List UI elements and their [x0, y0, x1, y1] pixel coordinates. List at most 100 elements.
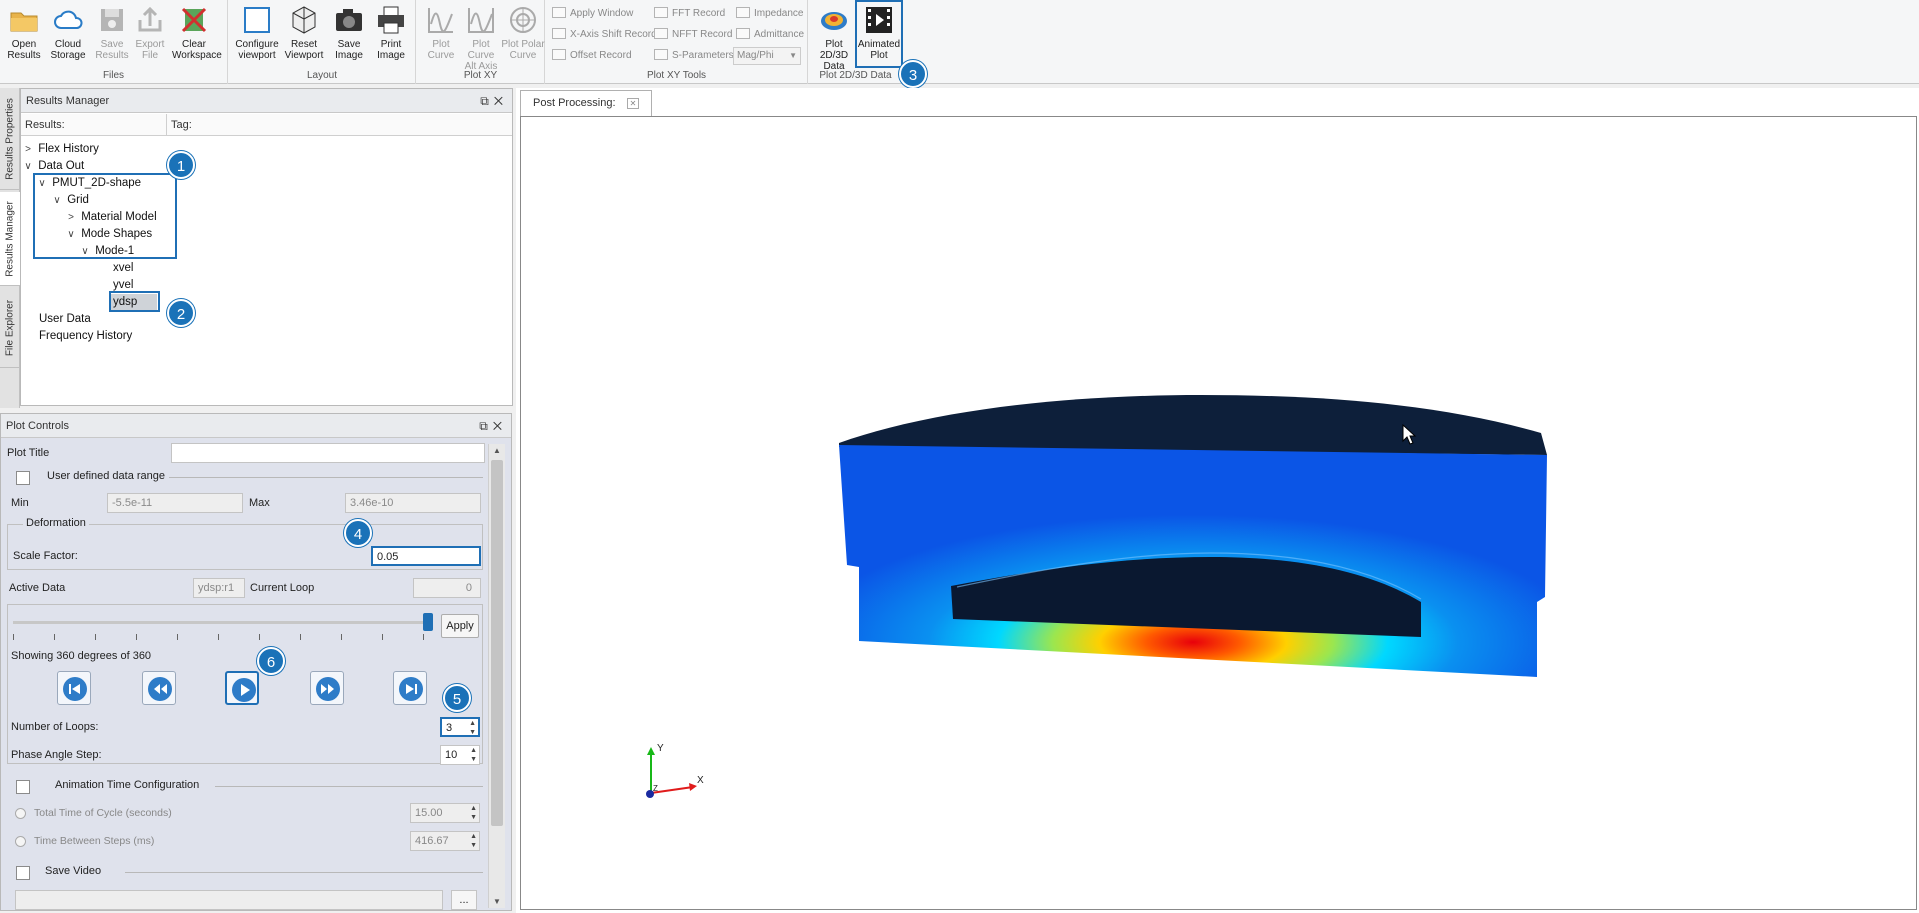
callout-4: 4 — [344, 519, 372, 547]
impedance-button[interactable]: Impedance — [736, 5, 803, 23]
close-icon[interactable]: ✕ — [493, 419, 507, 433]
tab-results-manager[interactable]: Results Manager — [0, 192, 20, 286]
layout-group: Configure viewport Reset Viewport Save I… — [229, 0, 416, 84]
tree-user-data[interactable]: User Data — [39, 311, 91, 328]
anim-time-checkbox[interactable] — [16, 780, 30, 794]
tab-results-properties[interactable]: Results Properties — [0, 88, 20, 190]
tree-frequency-history-label: Frequency History — [39, 330, 133, 342]
tab-file-explorer[interactable]: File Explorer — [0, 288, 20, 368]
skip-back-icon — [63, 677, 87, 701]
first-frame-button[interactable] — [57, 671, 91, 705]
offset-record-button[interactable]: Offset Record — [552, 47, 632, 65]
phase-step-spinner[interactable]: 10 ▲ ▼ — [440, 745, 480, 765]
showing-degrees-text: Showing 360 degrees of 360 — [11, 650, 152, 662]
plot-curve-button[interactable]: Plot Curve — [419, 2, 463, 66]
time-between-spinner[interactable]: 416.67 ▲ ▼ — [410, 831, 480, 851]
total-time-label: Total Time of Cycle (seconds) — [34, 807, 172, 819]
fast-forward-button[interactable] — [310, 671, 344, 705]
scale-factor-input[interactable]: 0.05 — [371, 546, 481, 566]
user-range-checkbox[interactable] — [16, 471, 30, 485]
tab-post-processing[interactable]: Post Processing: ✕ — [520, 90, 653, 116]
apply-button[interactable]: Apply — [441, 614, 479, 638]
anim-time-label: Animation Time Configuration — [55, 779, 200, 791]
tree-flex-history[interactable]: > Flex History — [21, 141, 99, 158]
3d-viewport[interactable]: Y X Z — [520, 116, 1917, 910]
spinner-arrows-icon[interactable]: ▲ ▼ — [470, 832, 477, 850]
deformation-label: Deformation — [23, 517, 89, 529]
nfft-record-button[interactable]: NFFT Record — [654, 26, 732, 44]
viewport-icon — [244, 7, 270, 33]
apply-window-label: Apply Window — [570, 8, 634, 19]
fft-record-button[interactable]: FFT Record — [654, 5, 725, 23]
close-icon[interactable]: ✕ — [494, 94, 508, 108]
close-tab-icon[interactable]: ✕ — [626, 98, 640, 109]
print-image-button[interactable]: Print Image — [369, 2, 413, 66]
save-video-checkbox[interactable] — [16, 866, 30, 880]
admittance-label: Admittance — [754, 29, 805, 40]
float-panel-icon[interactable]: ⧉ — [479, 419, 493, 433]
col-results-header[interactable]: Results: — [21, 114, 167, 136]
fft-record-label: FFT Record — [672, 8, 726, 19]
total-time-radio[interactable] — [15, 808, 26, 819]
plot-controls-scrollbar[interactable]: ▲ ▼ — [488, 444, 505, 908]
fast-forward-icon — [316, 677, 340, 701]
plot-title-input[interactable] — [171, 443, 485, 463]
open-results-button[interactable]: Open Results — [2, 2, 46, 66]
x-axis-shift-label: X-Axis Shift Record — [570, 29, 657, 40]
spinner-arrows-icon[interactable]: ▲ ▼ — [469, 719, 476, 737]
apply-window-button[interactable]: Apply Window — [552, 5, 633, 23]
phase-slider[interactable] — [13, 612, 433, 640]
play-icon — [232, 678, 256, 702]
camera-icon — [336, 9, 362, 31]
plot-curve-alt-axis-button[interactable]: Plot Curve Alt Axis — [459, 2, 503, 72]
spinner-arrows-icon[interactable]: ▲ ▼ — [470, 746, 477, 764]
mag-phi-select[interactable]: Mag/Phi ▼ — [733, 47, 801, 65]
min-label: Min — [11, 497, 29, 509]
fft-icon — [654, 7, 668, 18]
min-input[interactable]: -5.5e-11 — [107, 493, 243, 513]
save-image-button[interactable]: Save Image — [327, 2, 371, 66]
cloud-storage-button[interactable]: Cloud Storage — [46, 2, 90, 66]
export-file-button[interactable]: Export File — [128, 2, 172, 66]
admittance-icon — [736, 28, 750, 39]
save-image-label: Save Image — [335, 39, 363, 61]
total-time-spinner[interactable]: 15.00 ▲ ▼ — [410, 803, 480, 823]
mag-phi-value: Mag/Phi — [737, 50, 774, 61]
active-data-input: ydsp:r1 — [193, 578, 245, 598]
plot-controls-panel: Plot Controls ⧉✕ Plot Title User defined… — [0, 413, 512, 911]
scroll-thumb[interactable] — [491, 460, 503, 826]
export-icon — [138, 6, 162, 32]
browse-button[interactable]: ... — [451, 890, 477, 910]
loops-spinner[interactable]: 3 ▲ ▼ — [440, 717, 480, 737]
float-panel-icon[interactable]: ⧉ — [480, 94, 494, 108]
slider-thumb[interactable] — [423, 613, 433, 631]
plot-polar-curve-button[interactable]: Plot Polar Curve — [501, 2, 545, 66]
post-processing-tab-label: Post Processing: — [533, 97, 616, 109]
scroll-down-arrow[interactable]: ▼ — [493, 897, 501, 906]
spinner-arrows-icon[interactable]: ▲ ▼ — [470, 804, 477, 822]
rewind-button[interactable] — [142, 671, 176, 705]
cube-icon — [292, 6, 316, 34]
video-path-input[interactable] — [15, 890, 443, 910]
impedance-label: Impedance — [754, 8, 804, 19]
scroll-up-arrow[interactable]: ▲ — [493, 446, 501, 455]
reset-viewport-button[interactable]: Reset Viewport — [281, 2, 327, 66]
col-tag-header[interactable]: Tag: — [167, 114, 512, 136]
tree-xvel[interactable]: xvel — [113, 260, 133, 277]
x-axis-shift-button[interactable]: X-Axis Shift Record — [552, 26, 657, 44]
save-video-label: Save Video — [45, 865, 102, 877]
last-frame-button[interactable] — [393, 671, 427, 705]
tab-results-properties-label: Results Properties — [4, 97, 16, 180]
time-between-radio[interactable] — [15, 836, 26, 847]
chevron-right-icon[interactable]: > — [21, 141, 35, 158]
plot-2d3d-data-button[interactable]: Plot 2D/3D Data — [812, 2, 856, 72]
clear-workspace-button[interactable]: Clear Workspace — [172, 2, 222, 66]
tree-frequency-history[interactable]: Frequency History — [39, 328, 132, 345]
configure-viewport-button[interactable]: Configure viewport — [233, 2, 281, 66]
animated-plot-button[interactable]: Animated Plot — [855, 0, 903, 68]
max-input[interactable]: 3.46e-10 — [345, 493, 481, 513]
s-parameters-button[interactable]: S-Parameters — [654, 47, 734, 65]
admittance-button[interactable]: Admittance — [736, 26, 804, 44]
play-button[interactable] — [225, 671, 259, 705]
offset-record-icon — [552, 49, 566, 60]
